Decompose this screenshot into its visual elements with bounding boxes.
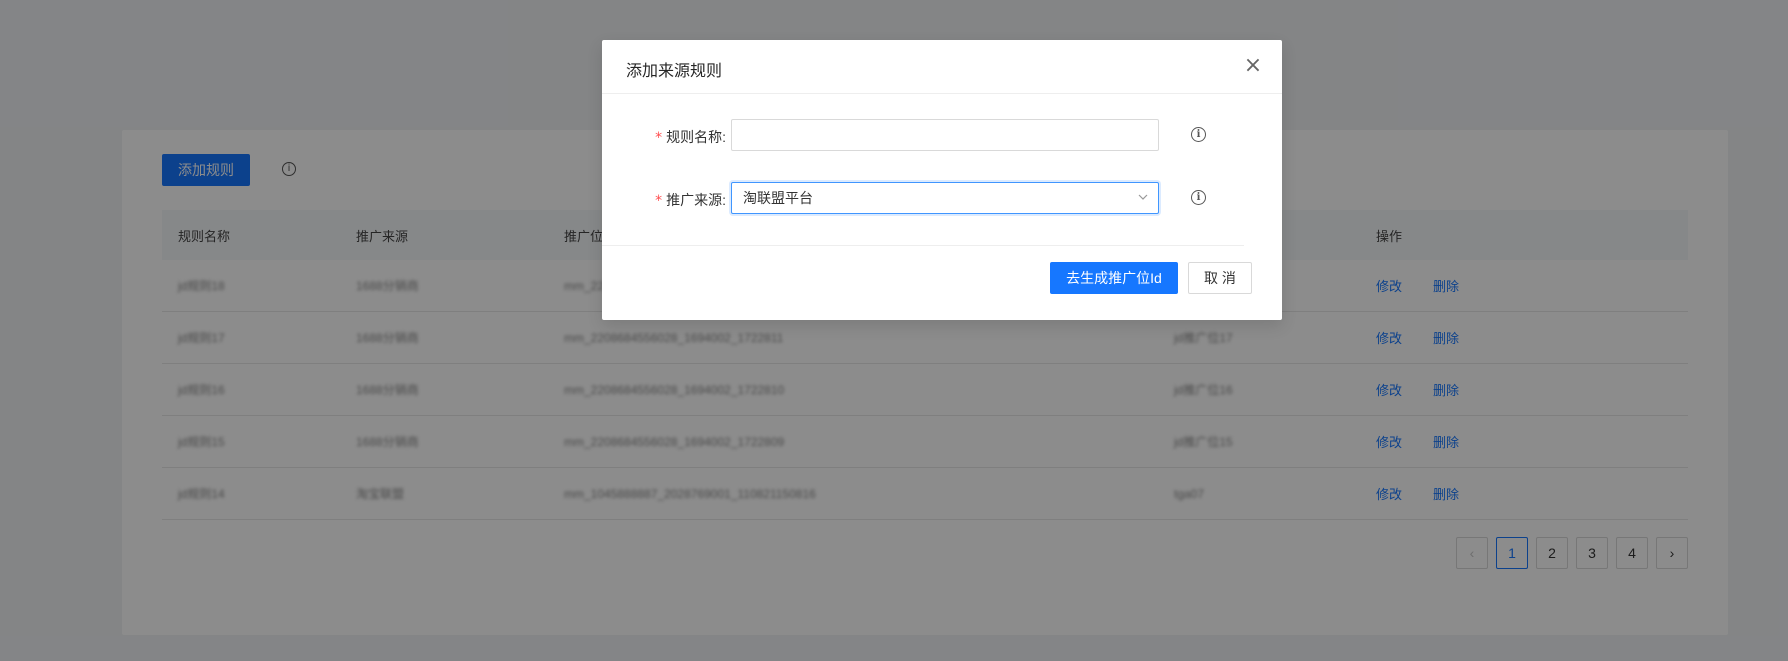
generate-pid-button[interactable]: 去生成推广位Id [1050, 262, 1178, 294]
info-icon[interactable]: i [1191, 190, 1206, 205]
dialog-divider [602, 245, 1244, 246]
dialog-header: 添加来源规则 × [602, 40, 1282, 94]
source-label-text: 推广来源: [666, 192, 726, 208]
rule-name-label: * 规则名称: [655, 127, 726, 147]
cancel-button[interactable]: 取 消 [1188, 262, 1252, 294]
source-select[interactable]: 淘联盟平台 [731, 182, 1159, 214]
required-mark: * [655, 130, 663, 146]
close-icon[interactable]: × [1242, 55, 1264, 77]
form-row-rule-name: * 规则名称: i [602, 119, 1282, 153]
form-row-source: * 推广来源: 淘联盟平台 i [602, 182, 1282, 216]
rule-name-input[interactable] [731, 119, 1159, 151]
required-mark: * [655, 193, 663, 209]
add-source-rule-dialog: 添加来源规则 × * 规则名称: i * 推广来源: 淘联盟平台 i 去生成推广位I… [602, 40, 1282, 320]
chevron-down-icon [1138, 194, 1148, 200]
info-icon[interactable]: i [1191, 127, 1206, 142]
dialog-title: 添加来源规则 [626, 63, 723, 80]
rule-name-label-text: 规则名称: [666, 129, 726, 145]
source-select-value: 淘联盟平台 [743, 190, 813, 206]
source-label: * 推广来源: [655, 190, 726, 210]
